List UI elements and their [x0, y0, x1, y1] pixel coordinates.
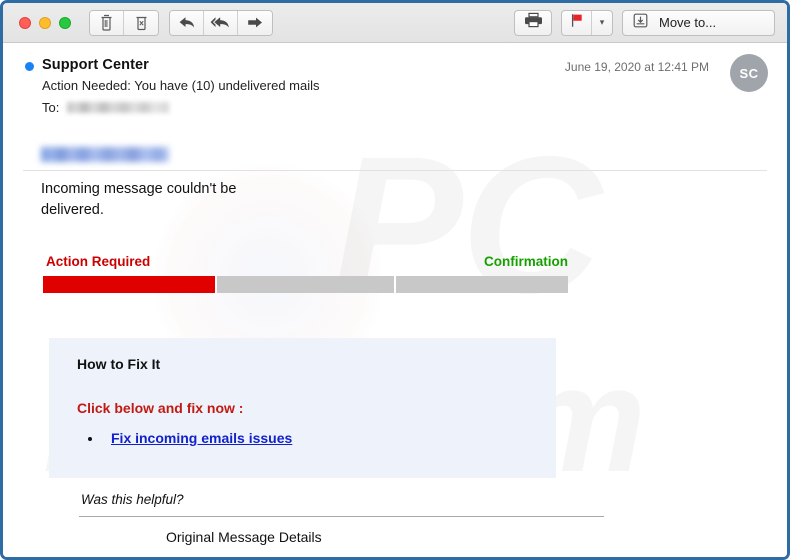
chevron-down-icon: ▾: [599, 17, 605, 27]
unread-indicator-dot[interactable]: [25, 62, 34, 71]
message-header: Support Center Action Needed: You have (…: [3, 43, 787, 115]
mail-window: ▾ Move to... PC risk.com Supp: [0, 0, 790, 560]
reply-arrow-icon: [178, 15, 196, 30]
original-message-details: Original Message Details: [166, 529, 322, 546]
flag-dropdown-button[interactable]: ▾: [592, 11, 612, 35]
close-window-button[interactable]: [19, 16, 31, 29]
status-label-confirmation: Confirmation: [484, 254, 568, 270]
forward-button[interactable]: [238, 10, 272, 35]
helpful-question: Was this helpful?: [81, 492, 184, 508]
toolbar-right-group: ▾ Move to...: [514, 9, 777, 36]
move-to-label: Move to...: [659, 15, 717, 30]
fix-list: Fix incoming emails issues: [77, 430, 556, 446]
window-toolbar: ▾ Move to...: [3, 3, 787, 43]
recipient-value-redacted: [67, 102, 170, 113]
flag-button-group: ▾: [561, 9, 613, 36]
delete-button-group: [89, 9, 159, 36]
list-item: Fix incoming emails issues: [103, 430, 556, 446]
fix-panel-title: How to Fix It: [77, 356, 161, 373]
message-pane: PC risk.com Support Center Action Needed…: [3, 43, 787, 557]
message-date: June 19, 2020 at 12:41 PM: [564, 60, 709, 74]
trash-x-icon: [134, 14, 149, 31]
reply-all-button[interactable]: [204, 10, 238, 35]
print-button[interactable]: [514, 9, 552, 36]
status-label-action-required: Action Required: [46, 254, 151, 270]
reply-button[interactable]: [170, 10, 204, 35]
footer-divider: [79, 516, 604, 518]
reply-all-arrow-icon: [210, 15, 231, 30]
printer-icon: [524, 12, 543, 33]
mark-as-junk-button[interactable]: [124, 10, 158, 35]
forward-arrow-icon: [246, 15, 264, 30]
trash-icon: [99, 14, 114, 31]
flag-button[interactable]: [562, 10, 592, 35]
progress-segment-2: [217, 276, 394, 294]
traffic-light-controls: [19, 16, 71, 29]
recipient-row: To:: [42, 100, 767, 115]
red-flag-icon: [570, 13, 584, 33]
status-labels: Action Required Confirmation: [43, 254, 568, 271]
move-to-button[interactable]: Move to...: [622, 9, 775, 36]
avatar: SC: [730, 54, 768, 92]
status-progress-section: Action Required Confirmation: [43, 254, 568, 294]
sender-domain-redacted: [41, 147, 169, 162]
fix-panel-cta: Click below and fix now :: [77, 400, 244, 417]
delete-message-button[interactable]: [90, 10, 124, 35]
message-body: Incoming message couldn't be delivered. …: [3, 115, 787, 545]
reply-button-group: [169, 9, 273, 36]
zoom-window-button[interactable]: [59, 16, 71, 29]
fix-incoming-emails-link[interactable]: Fix incoming emails issues: [111, 430, 292, 446]
undelivered-notice: Incoming message couldn't be delivered.: [41, 181, 237, 218]
archive-box-icon: [632, 12, 649, 34]
message-subject: Action Needed: You have (10) undelivered…: [42, 78, 320, 93]
progress-segment-1: [43, 276, 215, 294]
how-to-fix-panel: How to Fix It Click below and fix now : …: [49, 338, 556, 479]
recipient-label: To:: [42, 100, 60, 115]
minimize-window-button[interactable]: [39, 16, 51, 29]
progress-track: [43, 276, 568, 294]
progress-segment-3: [396, 276, 568, 294]
